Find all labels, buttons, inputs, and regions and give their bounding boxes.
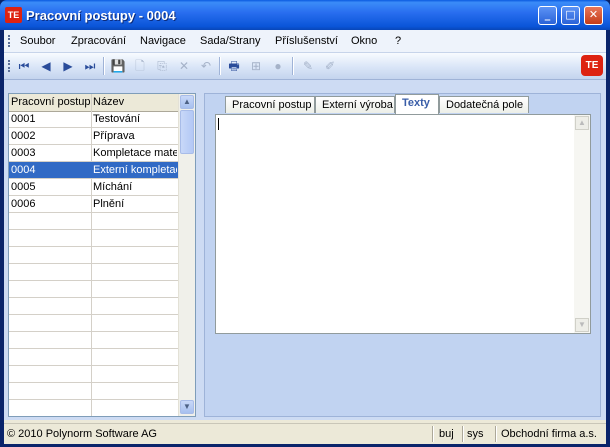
column-header-name[interactable]: Název xyxy=(93,96,124,108)
tab-panel: Pracovní postup Externí výroba Texty Dod… xyxy=(204,93,601,417)
title-bar[interactable]: TE Pracovní postupy - 0004 _ □ ✕ xyxy=(0,0,610,30)
last-record-icon[interactable]: ⏭ xyxy=(82,58,98,74)
status-separator xyxy=(462,426,464,442)
menu-okno[interactable]: Okno xyxy=(351,35,377,47)
toolbar-separator xyxy=(219,57,221,75)
window-body: Soubor Zpracování Navigace Sada/Strany P… xyxy=(4,30,606,444)
empty-table-row[interactable] xyxy=(9,281,179,298)
grid-scrollbar[interactable]: ▲ ▼ xyxy=(178,94,195,416)
delete-icon[interactable]: ✕ xyxy=(176,58,192,74)
prev-record-icon[interactable]: ◀ xyxy=(38,58,54,74)
table-row[interactable]: 0003 Kompletace mate xyxy=(9,145,179,162)
table-row[interactable]: 0005 Míchání xyxy=(9,179,179,196)
disc-icon[interactable]: ● xyxy=(270,58,286,74)
undo-icon[interactable]: ↶ xyxy=(198,58,214,74)
empty-table-row[interactable] xyxy=(9,315,179,332)
status-separator xyxy=(432,426,434,442)
grid-header: Pracovní postup Název xyxy=(9,94,179,112)
minimize-button[interactable]: _ xyxy=(538,6,557,25)
status-bar: © 2010 Polynorm Software AG buj sys Obch… xyxy=(4,423,606,444)
cell-name: Externí kompletac xyxy=(93,164,177,176)
brand-logo-icon: TE xyxy=(581,55,603,76)
column-header-code[interactable]: Pracovní postup xyxy=(11,96,91,108)
empty-table-row[interactable] xyxy=(9,332,179,349)
records-grid: Pracovní postup Název 0001 Testování 0002 P… xyxy=(8,93,196,417)
toolbar: ⏮ ◀ ▶ ⏭ 💾 🗋 ⎘ ✕ ↶ 🖶 ⊞ ● ✎ ✐ TE xyxy=(4,53,606,80)
status-separator xyxy=(495,426,497,442)
texty-text-area[interactable]: ▲ ▼ xyxy=(215,114,591,334)
tree-icon[interactable]: ⊞ xyxy=(248,58,264,74)
table-row[interactable]: 0004 Externí kompletac xyxy=(9,162,179,179)
status-company: Obchodní firma a.s. xyxy=(501,428,597,440)
menu-bar: Soubor Zpracování Navigace Sada/Strany P… xyxy=(4,30,606,53)
table-row[interactable]: 0002 Příprava xyxy=(9,128,179,145)
window-title: Pracovní postupy - 0004 xyxy=(26,8,176,23)
empty-table-row[interactable] xyxy=(9,264,179,281)
text-scroll-down-icon[interactable]: ▼ xyxy=(575,318,589,332)
table-row[interactable]: 0006 Plnění xyxy=(9,196,179,213)
tab-pracovni-postup[interactable]: Pracovní postup xyxy=(225,96,315,113)
menubar-grip-icon[interactable] xyxy=(8,35,13,47)
cell-code: 0005 xyxy=(11,181,36,193)
close-button[interactable]: ✕ xyxy=(584,6,603,25)
cell-code: 0003 xyxy=(11,147,36,159)
menu-navigace[interactable]: Navigace xyxy=(140,35,186,47)
copy-icon[interactable]: ⎘ xyxy=(154,58,170,74)
app-window: TE Pracovní postupy - 0004 _ □ ✕ Soubor … xyxy=(0,0,610,447)
print-icon[interactable]: 🖶 xyxy=(226,58,242,74)
next-record-icon[interactable]: ▶ xyxy=(60,58,76,74)
empty-table-row[interactable] xyxy=(9,383,179,400)
cell-code: 0002 xyxy=(11,130,36,142)
menu-prislusenstvi[interactable]: Příslušenství xyxy=(275,35,338,47)
main-content: Pracovní postup Název 0001 Testování 0002 P… xyxy=(4,80,606,420)
first-record-icon[interactable]: ⏮ xyxy=(16,58,32,74)
edit-icon[interactable]: ✎ xyxy=(300,58,316,74)
empty-table-row[interactable] xyxy=(9,366,179,383)
status-system: sys xyxy=(467,428,484,440)
app-logo-icon: TE xyxy=(5,7,22,23)
text-caret xyxy=(218,118,219,130)
toolbar-grip-icon[interactable] xyxy=(8,60,13,72)
text-scrollbar[interactable]: ▲ ▼ xyxy=(574,115,590,333)
menu-zpracovani[interactable]: Zpracování xyxy=(71,35,126,47)
empty-table-row[interactable] xyxy=(9,213,179,230)
text-scroll-up-icon[interactable]: ▲ xyxy=(575,116,589,130)
new-document-icon[interactable]: 🗋 xyxy=(132,58,148,74)
toolbar-separator xyxy=(103,57,105,75)
empty-table-row[interactable] xyxy=(9,230,179,247)
scroll-up-icon[interactable]: ▲ xyxy=(180,95,194,109)
cell-name: Příprava xyxy=(93,130,135,142)
save-icon[interactable]: 💾 xyxy=(110,58,126,74)
cell-name: Kompletace mate xyxy=(93,147,177,159)
menu-sada-strany[interactable]: Sada/Strany xyxy=(200,35,261,47)
maximize-button[interactable]: □ xyxy=(561,6,580,25)
menu-help[interactable]: ? xyxy=(395,35,401,47)
cell-name: Míchání xyxy=(93,181,133,193)
cell-name: Testování xyxy=(93,113,141,125)
empty-table-row[interactable] xyxy=(9,247,179,264)
tab-externi-vyroba[interactable]: Externí výroba xyxy=(315,96,395,113)
tab-texty[interactable]: Texty xyxy=(395,94,439,114)
scroll-thumb[interactable] xyxy=(180,110,194,154)
cell-code: 0006 xyxy=(11,198,36,210)
menu-soubor[interactable]: Soubor xyxy=(20,35,55,47)
cell-code: 0001 xyxy=(11,113,36,125)
empty-table-row[interactable] xyxy=(9,400,179,416)
empty-table-row[interactable] xyxy=(9,349,179,366)
toolbar-separator xyxy=(292,57,294,75)
erase-icon[interactable]: ✐ xyxy=(322,58,338,74)
table-row[interactable]: 0001 Testování xyxy=(9,111,179,128)
status-copyright: © 2010 Polynorm Software AG xyxy=(7,428,157,440)
cell-code: 0004 xyxy=(11,164,36,176)
tab-dodatecna-pole[interactable]: Dodatečná pole xyxy=(439,96,529,113)
status-user: buj xyxy=(439,428,454,440)
empty-table-row[interactable] xyxy=(9,298,179,315)
scroll-down-icon[interactable]: ▼ xyxy=(180,400,194,414)
cell-name: Plnění xyxy=(93,198,125,210)
